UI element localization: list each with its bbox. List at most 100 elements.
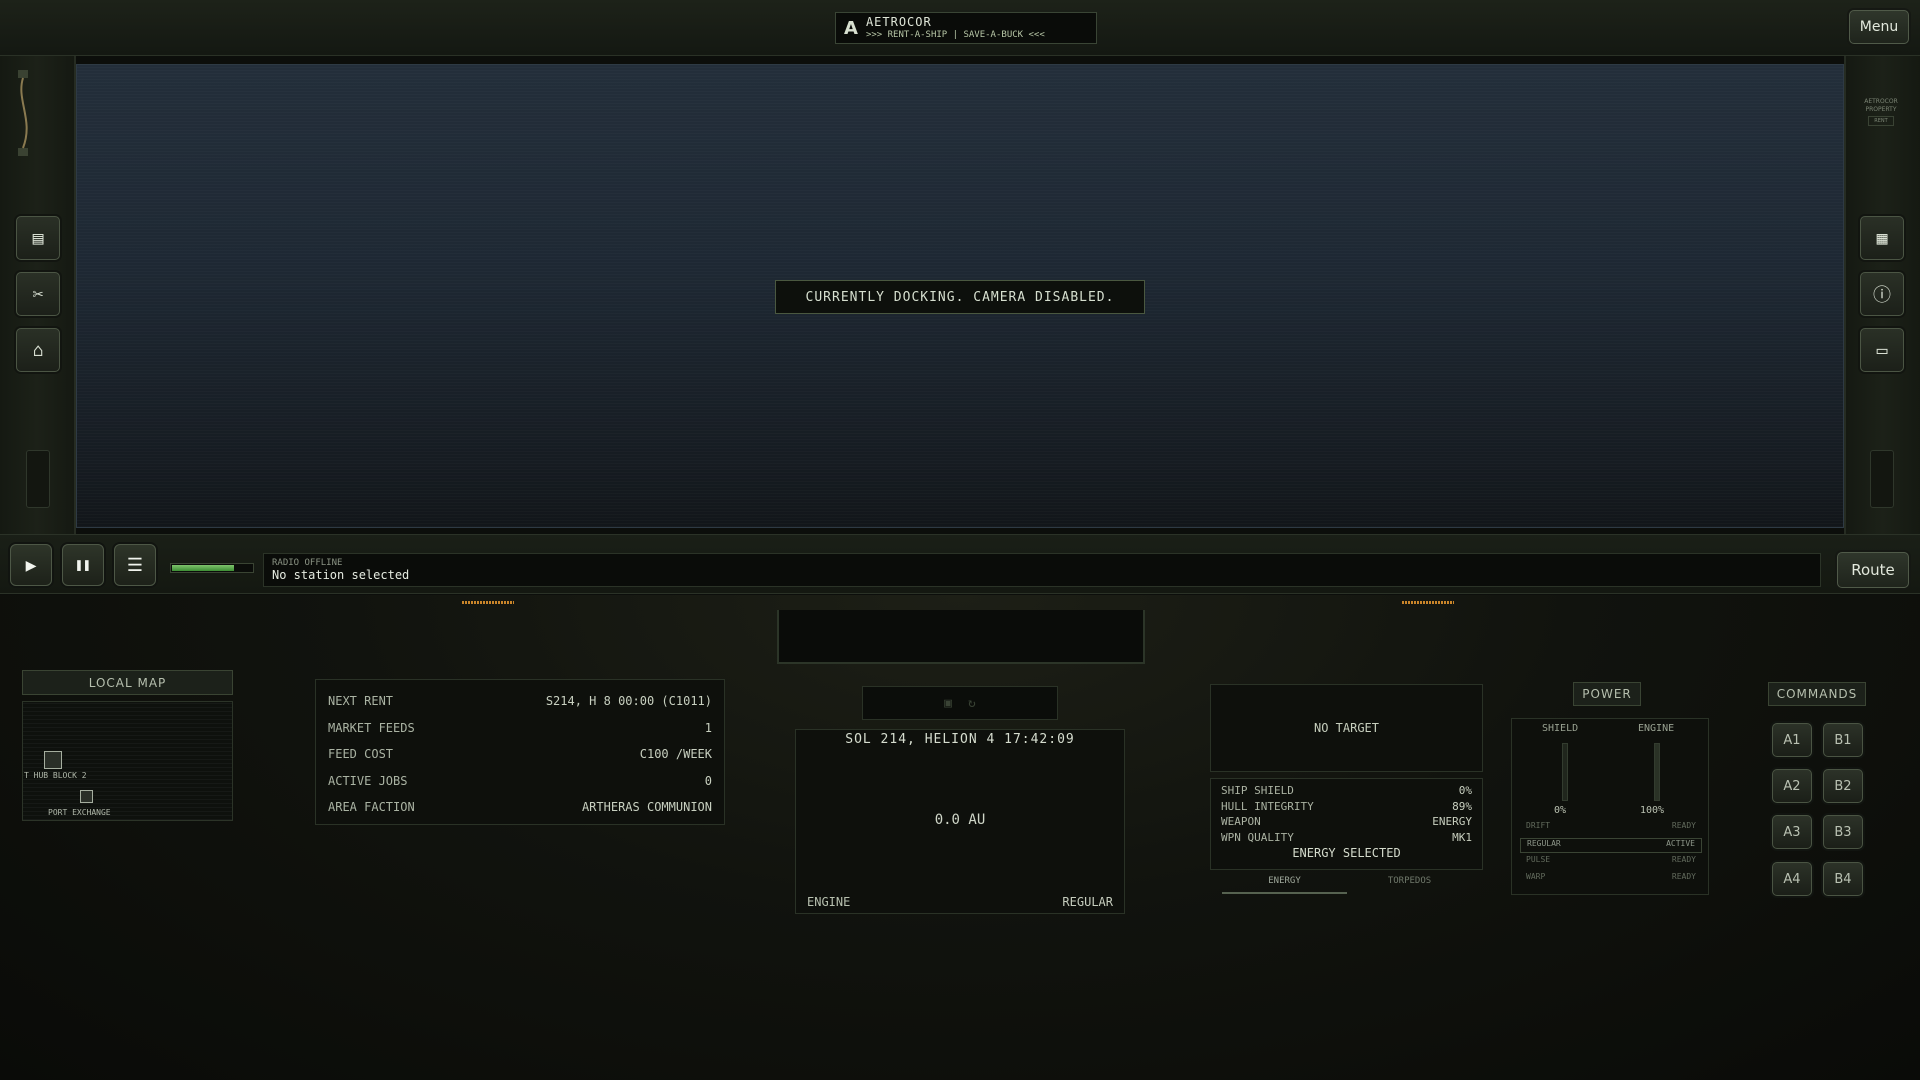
- mode-status: READY: [1671, 855, 1696, 864]
- camera-icon: ▣: [944, 695, 952, 711]
- nav-datetime: SOL 214, HELION 4 17:42:09: [845, 732, 1075, 747]
- nav-distance: 0.0 AU: [934, 812, 986, 828]
- station-row: MARKET FEEDS 1: [328, 715, 712, 742]
- cable-decoration: [18, 70, 28, 156]
- brand-banner: A AETROCOR >>> RENT-A-SHIP | SAVE-A-BUCK…: [835, 12, 1097, 44]
- tab-torpedos[interactable]: TORPEDOS: [1347, 876, 1472, 894]
- engine-mode-drift[interactable]: DRIFT READY: [1520, 821, 1702, 836]
- ship-stat-label: SHIP SHIELD: [1221, 784, 1294, 797]
- shield-power-label: SHIELD: [1542, 723, 1579, 734]
- ship-stat-value: 89%: [1452, 799, 1472, 813]
- mode-status: READY: [1671, 821, 1696, 830]
- command-button-b2[interactable]: B2: [1823, 769, 1863, 803]
- clipboard-button[interactable]: ▤: [16, 216, 60, 260]
- station-row-value: 1: [704, 720, 712, 735]
- brand-tagline: >>> RENT-A-SHIP | SAVE-A-BUCK <<<: [865, 29, 1045, 40]
- engine-mode-pulse[interactable]: PULSE READY: [1520, 855, 1702, 870]
- station-row-value: S214, H 8 00:00 (C1011): [545, 694, 712, 709]
- map-node-hub-block[interactable]: [44, 751, 62, 769]
- station-row-label: FEED COST: [328, 747, 394, 762]
- engine-power-value: 100%: [1640, 805, 1665, 816]
- brand-logo-icon: A: [844, 17, 858, 39]
- tools-icon: ✂: [32, 283, 44, 305]
- chat-icon: ▭: [1876, 339, 1888, 361]
- property-tag-line1: AETROCOR: [1864, 98, 1898, 105]
- route-button[interactable]: Route: [1837, 552, 1909, 588]
- shield-power-slider[interactable]: [1562, 743, 1568, 801]
- navigation-display: SOL 214, HELION 4 17:42:09 0.0 AU ENGINE…: [795, 729, 1125, 914]
- info-button[interactable]: ⓘ: [1860, 272, 1904, 316]
- list-icon: ☰: [126, 554, 144, 576]
- ship-stat-row: SHIP SHIELD 0%: [1221, 783, 1472, 799]
- station-row-value: C100 /WEEK: [639, 747, 712, 762]
- engine-mode-warp[interactable]: WARP READY: [1520, 872, 1702, 887]
- radio-message: No station selected: [272, 568, 410, 582]
- station-row-label: NEXT RENT: [328, 694, 394, 709]
- right-scroll-slot[interactable]: [1870, 450, 1894, 508]
- ship-stat-row: HULL INTEGRITY 89%: [1221, 799, 1472, 815]
- command-button-a3[interactable]: A3: [1772, 815, 1812, 849]
- brand-title: AETROCOR: [865, 14, 932, 29]
- shield-power-value: 0%: [1554, 805, 1567, 816]
- amber-indicator-left: [462, 601, 514, 604]
- mode-status: ACTIVE: [1666, 839, 1695, 848]
- power-level-fill: [172, 565, 234, 571]
- chat-button[interactable]: ▭: [1860, 328, 1904, 372]
- station-row: AREA FACTION ARTHERAS COMMUNION: [328, 794, 712, 821]
- command-button-a2[interactable]: A2: [1772, 769, 1812, 803]
- calendar-icon: ▦: [1876, 227, 1888, 249]
- command-button-a1[interactable]: A1: [1772, 723, 1812, 757]
- station-row: ACTIVE JOBS 0: [328, 768, 712, 795]
- ship-stat-row: WEAPON ENERGY: [1221, 814, 1472, 830]
- radio-display: RADIO OFFLINE No station selected: [263, 553, 1821, 587]
- weapon-tabs: ENERGY TORPEDOS: [1222, 876, 1472, 894]
- command-button-b1[interactable]: B1: [1823, 723, 1863, 757]
- list-button[interactable]: ☰: [114, 544, 156, 586]
- mode-name: PULSE: [1526, 855, 1551, 864]
- docking-message: CURRENTLY DOCKING. CAMERA DISABLED.: [775, 280, 1145, 314]
- mode-name: DRIFT: [1526, 821, 1551, 830]
- engine-power-slider[interactable]: [1654, 743, 1660, 801]
- map-label-hub-block: T HUB BLOCK 2: [24, 771, 87, 780]
- property-tag-line3: RENT: [1868, 116, 1894, 126]
- property-tag-line2: PROPERTY: [1865, 106, 1897, 113]
- property-tag: AETROCOR PROPERTY RENT: [1858, 98, 1904, 144]
- station-row: NEXT RENT S214, H 8 00:00 (C1011): [328, 688, 712, 715]
- commands-title: COMMANDS: [1768, 682, 1866, 706]
- station-row-value: ARTHERAS COMMUNION: [581, 800, 712, 815]
- center-hatch: [777, 610, 1145, 664]
- map-node-port-exchange[interactable]: [80, 790, 93, 803]
- left-scroll-slot[interactable]: [26, 450, 50, 508]
- power-panel: SHIELD ENGINE 0% 100% DRIFT READY REGULAR…: [1511, 718, 1709, 895]
- nav-engine-mode: REGULAR: [1062, 895, 1113, 909]
- radio-status: RADIO OFFLINE: [272, 558, 343, 568]
- mode-status: READY: [1671, 872, 1696, 881]
- ship-stat-value: 0%: [1458, 784, 1472, 797]
- tab-energy[interactable]: ENERGY: [1222, 876, 1347, 894]
- station-row-label: ACTIVE JOBS: [328, 773, 408, 788]
- amber-indicator-right: [1402, 601, 1454, 604]
- camera-controls: ▣ ↻: [862, 686, 1058, 720]
- ship-stat-label: WEAPON: [1221, 815, 1261, 828]
- station-row-value: 0: [704, 773, 712, 788]
- ship-stat-label: HULL INTEGRITY: [1221, 799, 1314, 813]
- command-button-b3[interactable]: B3: [1823, 815, 1863, 849]
- mode-name: REGULAR: [1527, 839, 1561, 848]
- station-row-label: MARKET FEEDS: [328, 720, 415, 735]
- pause-button[interactable]: ❚❚: [62, 544, 104, 586]
- ship-stat-label: WPN QUALITY: [1221, 830, 1294, 844]
- tools-button[interactable]: ✂: [16, 272, 60, 316]
- engine-mode-regular[interactable]: REGULAR ACTIVE: [1520, 838, 1702, 853]
- clipboard-icon: ▤: [32, 227, 44, 249]
- play-icon: ▶: [25, 554, 37, 576]
- command-button-b4[interactable]: B4: [1823, 862, 1863, 896]
- station-row: FEED COST C100 /WEEK: [328, 741, 712, 768]
- ship-stat-value: MK1: [1452, 830, 1472, 844]
- ship-stat-value: ENERGY: [1432, 815, 1472, 828]
- shop-button[interactable]: ⌂: [16, 328, 60, 372]
- play-button[interactable]: ▶: [10, 544, 52, 586]
- calendar-button[interactable]: ▦: [1860, 216, 1904, 260]
- command-button-a4[interactable]: A4: [1772, 862, 1812, 896]
- menu-button[interactable]: Menu: [1849, 10, 1909, 44]
- rotate-icon: ↻: [968, 695, 976, 711]
